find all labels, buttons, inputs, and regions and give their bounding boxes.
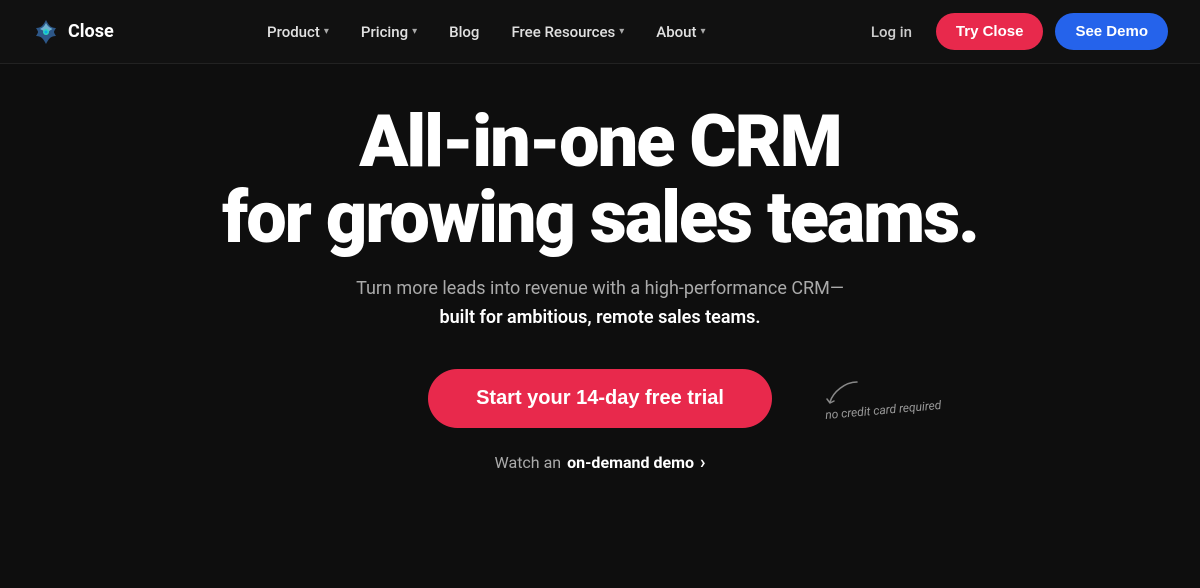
no-cc-note-area: no credit card required — [825, 377, 941, 417]
hero-subtitle: Turn more leads into revenue with a high… — [340, 275, 860, 333]
nav-item-pricing[interactable]: Pricing ▾ — [347, 15, 431, 49]
close-logo-icon — [32, 18, 60, 46]
nav-item-blog[interactable]: Blog — [435, 15, 493, 49]
watch-demo-link[interactable]: Watch an on-demand demo › — [495, 452, 706, 473]
see-demo-button[interactable]: See Demo — [1055, 13, 1168, 50]
hero-section: All-in-one CRM for growing sales teams. … — [0, 64, 1200, 493]
arrow-icon — [825, 377, 865, 407]
navbar-actions: Log in Try Close See Demo — [859, 13, 1168, 50]
nav-menu: Product ▾ Pricing ▾ Blog Free Resources … — [253, 15, 720, 49]
brand-name: Close — [68, 21, 114, 42]
nav-item-about[interactable]: About ▾ — [642, 15, 719, 49]
nav-label-about: About — [656, 23, 696, 41]
hero-subtitle-bold: built for ambitious, remote sales teams. — [439, 307, 760, 328]
chevron-right-icon: › — [700, 452, 705, 473]
nav-item-product[interactable]: Product ▾ — [253, 15, 343, 49]
chevron-down-icon: ▾ — [412, 26, 417, 37]
hero-subtitle-text: Turn more leads into revenue with a high… — [356, 278, 844, 299]
cta-area: Start your 14-day free trial no credit c… — [428, 369, 772, 473]
nav-item-free-resources[interactable]: Free Resources ▾ — [497, 15, 638, 49]
nav-label-free-resources: Free Resources — [511, 23, 615, 41]
hero-title: All-in-one CRM for growing sales teams. — [222, 104, 978, 255]
chevron-down-icon: ▾ — [324, 26, 329, 37]
try-close-button[interactable]: Try Close — [936, 13, 1044, 50]
nav-label-pricing: Pricing — [361, 23, 408, 41]
navbar: Close Product ▾ Pricing ▾ Blog Free Reso… — [0, 0, 1200, 64]
watch-prefix-text: Watch an — [495, 453, 562, 472]
logo-area: Close — [32, 18, 114, 46]
nav-label-product: Product — [267, 23, 320, 41]
on-demand-demo-link[interactable]: on-demand demo — [567, 453, 694, 472]
hero-title-line1: All-in-one CRM — [359, 99, 840, 184]
chevron-down-icon: ▾ — [619, 26, 624, 37]
hero-title-line2: for growing sales teams. — [222, 175, 978, 260]
chevron-down-icon: ▾ — [701, 26, 706, 37]
login-button[interactable]: Log in — [859, 15, 924, 49]
trial-button[interactable]: Start your 14-day free trial — [428, 369, 772, 428]
nav-label-blog: Blog — [449, 23, 479, 41]
